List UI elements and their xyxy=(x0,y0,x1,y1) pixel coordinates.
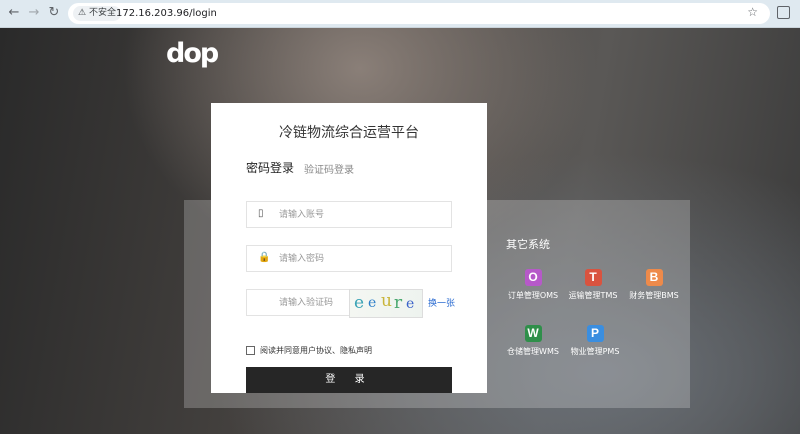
wms-icon: W xyxy=(524,325,542,342)
address-bar[interactable]: ⚠ 不安全 172.16.203.96/login ☆ xyxy=(68,3,770,24)
captcha-char: u xyxy=(381,291,392,311)
captcha-field[interactable] xyxy=(246,289,350,316)
login-card: 冷链物流综合运营平台 密码登录 验证码登录 ▯ 🔒 e e u r e 换一张 … xyxy=(211,103,487,393)
browser-toolbar: ← → ↻ ⚠ 不安全 172.16.203.96/login ☆ xyxy=(0,0,800,28)
tab-sms-login[interactable]: 验证码登录 xyxy=(304,161,354,176)
captcha-char: e xyxy=(406,296,415,312)
system-pms-link[interactable]: P 物业管理PMS xyxy=(560,325,630,357)
login-button[interactable]: 登 录 xyxy=(246,367,452,393)
system-label: 运输管理TMS xyxy=(568,291,618,300)
bookmark-star-icon[interactable]: ☆ xyxy=(747,5,758,19)
agreement[interactable]: 阅读并同意用户协议、隐私声明 xyxy=(246,345,372,356)
account-input[interactable] xyxy=(277,205,441,225)
extensions-icon[interactable] xyxy=(777,6,790,19)
reload-icon[interactable]: ↻ xyxy=(46,5,62,21)
system-wms-link[interactable]: W 仓储管理WMS xyxy=(498,325,568,357)
agree-checkbox[interactable] xyxy=(246,346,255,355)
lock-icon: 🔒 xyxy=(258,252,271,263)
password-input[interactable] xyxy=(277,249,441,269)
insecure-label: 不安全 xyxy=(88,8,116,18)
captcha-image[interactable]: e e u r e xyxy=(349,289,423,318)
insecure-badge[interactable]: ⚠ 不安全 xyxy=(73,6,121,21)
account-field[interactable]: ▯ xyxy=(246,201,452,228)
system-tms-link[interactable]: T 运输管理TMS xyxy=(558,269,628,301)
bms-icon: B xyxy=(645,269,663,286)
captcha-char: r xyxy=(394,293,403,313)
system-bms-link[interactable]: B 财务管理BMS xyxy=(619,269,689,301)
password-field[interactable]: 🔒 xyxy=(246,245,452,272)
tms-icon: T xyxy=(584,269,602,286)
phone-icon: ▯ xyxy=(258,208,264,219)
arrow-left-icon[interactable]: ← xyxy=(6,5,22,21)
captcha-input[interactable] xyxy=(277,293,349,313)
arrow-right-icon[interactable]: → xyxy=(26,5,42,21)
other-systems-title: 其它系统 xyxy=(506,238,550,251)
system-label: 财务管理BMS xyxy=(629,291,679,300)
page-title: 冷链物流综合运营平台 xyxy=(279,125,419,141)
pms-icon: P xyxy=(586,325,604,342)
oms-icon: O xyxy=(524,269,542,286)
agree-label: 阅读并同意用户协议、隐私声明 xyxy=(260,346,372,355)
captcha-refresh-link[interactable]: 换一张 xyxy=(428,296,455,309)
captcha-char: e xyxy=(354,293,365,313)
system-label: 物业管理PMS xyxy=(570,347,620,356)
captcha-char: e xyxy=(368,295,377,311)
url-text[interactable]: 172.16.203.96/login xyxy=(116,6,217,21)
system-label: 仓储管理WMS xyxy=(507,347,559,356)
logo: dop xyxy=(166,38,219,69)
tab-password-login[interactable]: 密码登录 xyxy=(246,159,294,176)
